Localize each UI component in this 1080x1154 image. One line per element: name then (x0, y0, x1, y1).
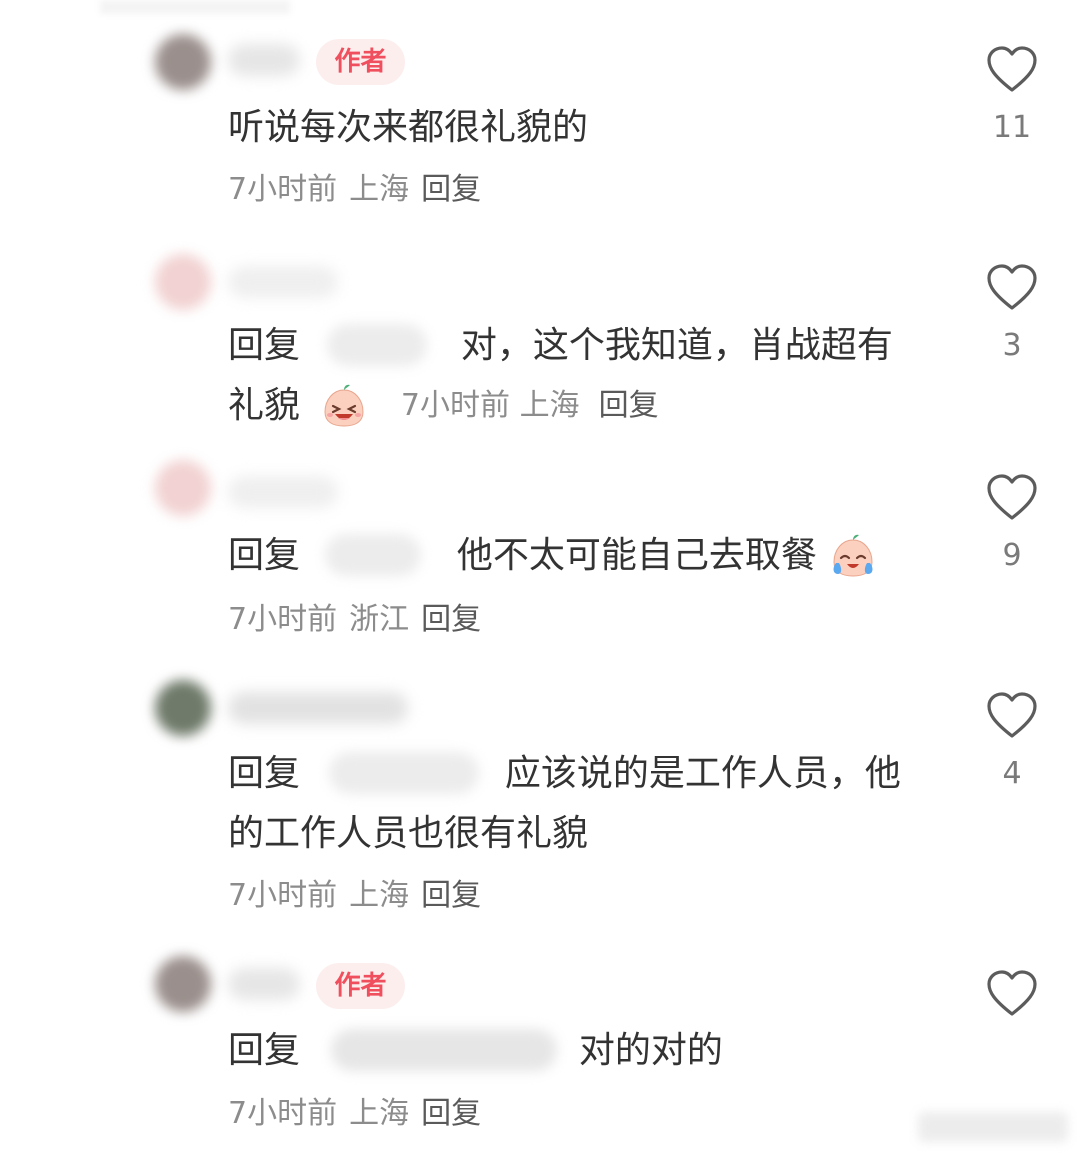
heart-outline-icon (987, 692, 1037, 738)
mentioned-user[interactable] (329, 752, 480, 794)
avatar[interactable] (155, 956, 211, 1012)
comment-text-line: 回复 应该说的是工作人员，他 (228, 744, 901, 804)
crying-laughing-emoji (828, 530, 878, 580)
author-badge: 作者 (316, 963, 405, 1009)
laughing-emoji (319, 380, 369, 430)
like-button[interactable] (986, 46, 1038, 94)
mentioned-user[interactable] (327, 324, 428, 366)
comment-location: 浙江 (349, 602, 410, 637)
comment-text: 对，这个我知道，肖战超有 (460, 325, 893, 366)
reply-button[interactable]: 回复 (421, 1096, 481, 1131)
comment-text-line: 的工作人员也很有礼貌 (228, 804, 588, 864)
like-button[interactable] (986, 264, 1038, 312)
mentioned-user[interactable] (325, 534, 422, 576)
comment-text: 礼貌 (228, 385, 301, 426)
comment-meta: 7小时前 浙江 回复 (228, 600, 481, 640)
reply-prefix: 回复 (228, 535, 301, 576)
heart-outline-icon (987, 264, 1037, 310)
avatar[interactable] (155, 460, 211, 516)
comment-meta: 7小时前 上海 回复 (228, 876, 481, 916)
comment-item: 作者 听说每次来都很礼貌的 7小时前 上海 回复 11 (0, 0, 1080, 230)
reply-prefix: 回复 (228, 325, 301, 366)
reply-button[interactable]: 回复 (599, 376, 659, 436)
comment-time: 7小时前 (228, 602, 338, 637)
heart-outline-icon (987, 970, 1037, 1016)
comment-text: 他不太可能自己去取餐 (456, 535, 817, 576)
reply-button[interactable]: 回复 (421, 878, 481, 913)
author-badge: 作者 (316, 39, 405, 85)
like-button[interactable] (986, 692, 1038, 740)
comment-item: 回复 他不太可能自己去取餐 7小时前 浙江 回复 9 (0, 450, 1080, 660)
comment-location: 上海 (349, 172, 410, 207)
reply-prefix: 回复 (228, 1030, 301, 1071)
comment-location: 上海 (519, 388, 580, 423)
comment-text-line: 回复 对，这个我知道，肖战超有 (228, 316, 893, 376)
comment-meta: 7小时前 上海 回复 (228, 1094, 481, 1134)
username[interactable] (228, 44, 300, 76)
heart-outline-icon (987, 474, 1037, 520)
reply-button[interactable]: 回复 (421, 602, 481, 637)
like-count: 4 (1002, 756, 1022, 791)
like-button[interactable] (986, 970, 1038, 1018)
reply-button[interactable]: 回复 (421, 172, 481, 207)
comment-time: 7小时前 (228, 1096, 338, 1131)
like-button[interactable] (986, 474, 1038, 522)
avatar[interactable] (155, 254, 211, 310)
username[interactable] (228, 692, 408, 724)
comment-text: 应该说的是工作人员，他 (504, 753, 901, 794)
username[interactable] (228, 476, 338, 508)
username[interactable] (228, 968, 300, 1000)
avatar[interactable] (155, 34, 211, 90)
comment-text: 对的对的 (578, 1030, 723, 1071)
reply-prefix: 回复 (228, 753, 301, 794)
comment-location: 上海 (349, 878, 410, 913)
comment-time: 7小时前 (228, 172, 338, 207)
comment-time: 7小时前 (228, 878, 338, 913)
comment-meta: 7小时前 上海 回复 (401, 376, 659, 436)
comment-text: 的工作人员也很有礼貌 (228, 813, 589, 854)
avatar[interactable] (155, 680, 211, 736)
comment-text: 听说每次来都很礼貌的 (228, 107, 589, 148)
watermark (918, 1112, 1068, 1142)
comment-text-line: 回复 对的对的 (228, 1021, 723, 1081)
like-count: 11 (992, 110, 1032, 145)
mentioned-user[interactable] (331, 1029, 558, 1071)
heart-outline-icon (987, 46, 1037, 92)
comment-text-line: 回复 他不太可能自己去取餐 (228, 526, 878, 586)
comment-location: 上海 (349, 1096, 410, 1131)
comment-text-line: 礼貌 7小时前 上海 回复 (228, 376, 659, 436)
comment-item: 回复 应该说的是工作人员，他 的工作人员也很有礼貌 7小时前 上海 回复 4 (0, 660, 1080, 940)
comment-meta: 7小时前 上海 回复 (228, 170, 481, 210)
like-count: 3 (1002, 328, 1022, 363)
username[interactable] (228, 266, 338, 298)
like-count: 9 (1002, 538, 1022, 573)
comment-time: 7小时前 (400, 388, 511, 423)
comment-item: 回复 对，这个我知道，肖战超有 礼貌 7小时前 上海 回复 3 (0, 230, 1080, 450)
